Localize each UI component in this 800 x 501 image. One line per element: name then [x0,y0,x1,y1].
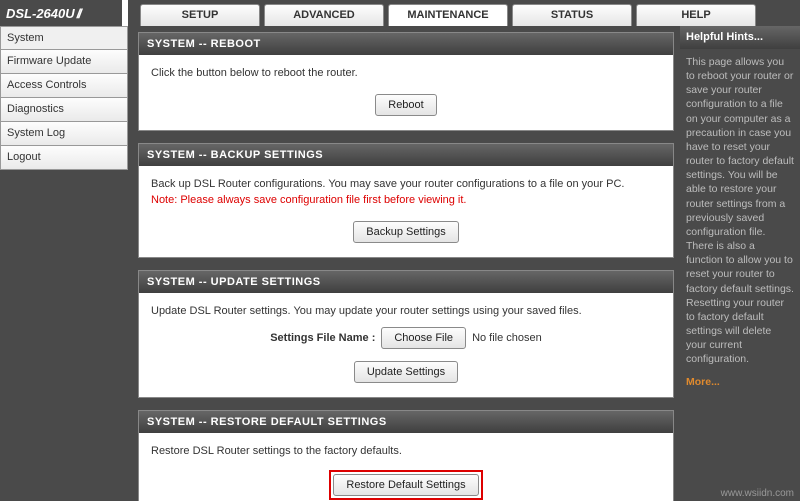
logo-text: DSL-2640U [6,6,75,21]
panel-restore-text: Restore DSL Router settings to the facto… [151,443,661,460]
panel-reboot-title: SYSTEM -- REBOOT [139,33,673,55]
panel-backup-text: Back up DSL Router configurations. You m… [151,178,624,190]
sidebar-item-system[interactable]: System [0,26,128,50]
sidebar-item-firmware-update[interactable]: Firmware Update [0,50,128,74]
restore-highlight-box: Restore Default Settings [329,470,482,500]
update-settings-button[interactable]: Update Settings [354,361,458,383]
main-tabs: SETUP ADVANCED MAINTENANCE STATUS HELP [128,0,800,26]
sidebar-item-logout[interactable]: Logout [0,146,128,170]
tab-status[interactable]: STATUS [512,4,632,26]
restore-default-settings-button[interactable]: Restore Default Settings [333,474,478,496]
helpful-hints-panel: Helpful Hints... This page allows you to… [680,26,800,501]
tab-setup[interactable]: SETUP [140,4,260,26]
logo-slashes: // [77,6,80,21]
panel-restore: SYSTEM -- RESTORE DEFAULT SETTINGS Resto… [138,410,674,501]
watermark: www.wsiidn.com [721,488,794,499]
tab-help[interactable]: HELP [636,4,756,26]
panel-backup: SYSTEM -- BACKUP SETTINGS Back up DSL Ro… [138,143,674,258]
reboot-button[interactable]: Reboot [375,94,436,116]
sidebar-item-access-controls[interactable]: Access Controls [0,74,128,98]
sidebar-item-system-log[interactable]: System Log [0,122,128,146]
panel-restore-title: SYSTEM -- RESTORE DEFAULT SETTINGS [139,411,673,433]
device-model-label: DSL-2640U// [0,0,128,26]
sidebar: System Firmware Update Access Controls D… [0,26,128,501]
panel-backup-title: SYSTEM -- BACKUP SETTINGS [139,144,673,166]
choose-file-button[interactable]: Choose File [381,327,466,349]
panel-backup-note: Note: Please always save configuration f… [151,194,467,206]
top-bar: DSL-2640U// SETUP ADVANCED MAINTENANCE S… [0,0,800,26]
panel-reboot-text: Click the button below to reboot the rou… [151,65,661,82]
sidebar-item-diagnostics[interactable]: Diagnostics [0,98,128,122]
body-row: System Firmware Update Access Controls D… [0,26,800,501]
file-chosen-status: No file chosen [472,330,542,347]
main-content: SYSTEM -- REBOOT Click the button below … [128,26,680,501]
panel-update-title: SYSTEM -- UPDATE SETTINGS [139,271,673,293]
hints-body: This page allows you to reboot your rout… [684,55,796,375]
tab-advanced[interactable]: ADVANCED [264,4,384,26]
tab-maintenance[interactable]: MAINTENANCE [388,4,508,26]
hints-title: Helpful Hints... [680,26,800,49]
panel-reboot: SYSTEM -- REBOOT Click the button below … [138,32,674,131]
hints-more-link[interactable]: More... [684,375,796,389]
panel-update-text: Update DSL Router settings. You may upda… [151,303,661,320]
settings-file-label: Settings File Name : [270,330,375,347]
panel-update: SYSTEM -- UPDATE SETTINGS Update DSL Rou… [138,270,674,399]
backup-settings-button[interactable]: Backup Settings [353,221,459,243]
